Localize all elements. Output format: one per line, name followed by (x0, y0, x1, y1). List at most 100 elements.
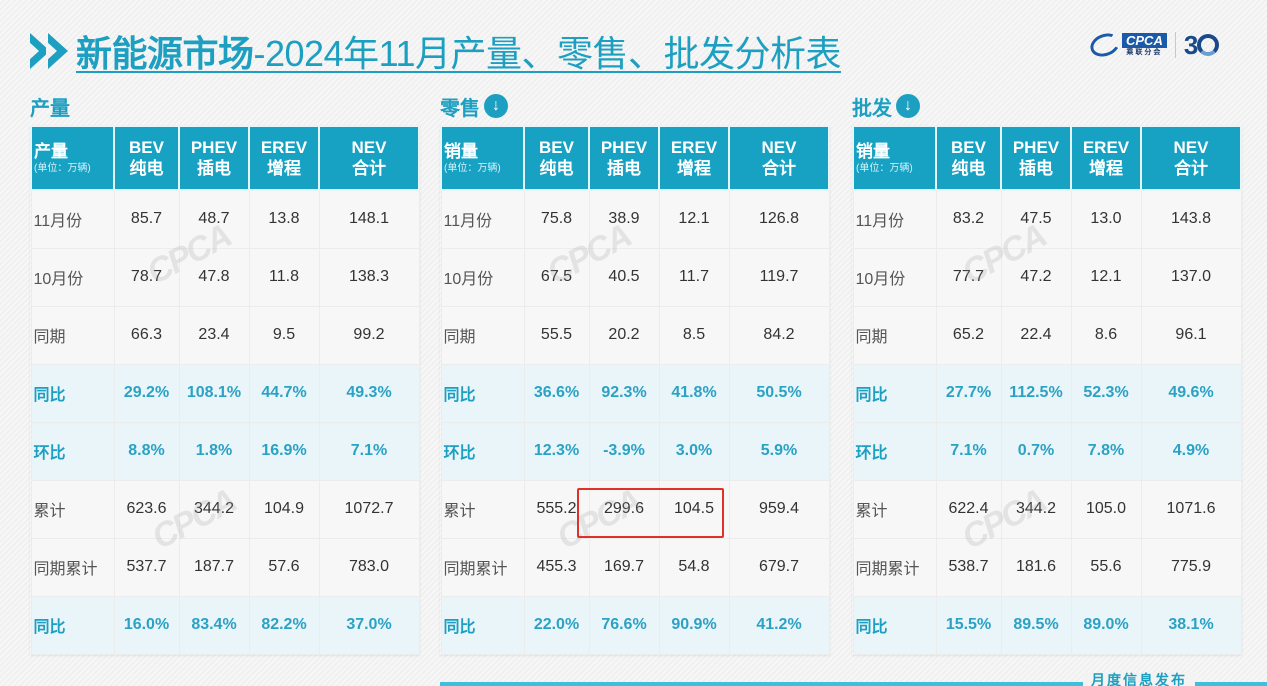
table-row: 10月份 77.7 47.2 12.1 137.0 (852, 247, 1242, 307)
row-label: 同比 (30, 363, 115, 423)
cell-erev: 104.9 (248, 479, 320, 539)
cell-bev: 75.8 (523, 189, 590, 249)
table-row: 累计 623.6 344.2 104.9 1072.7 (30, 479, 420, 539)
logo-divider (1174, 32, 1176, 58)
cell-nev: 137.0 (1140, 247, 1242, 307)
page-title-row: 新能源市场-2024年11月产量、零售、批发分析表 (28, 25, 841, 77)
arrow-down-circle-icon[interactable]: ↓ (484, 94, 508, 118)
cell-nev: 959.4 (728, 479, 830, 539)
section-retail: 零售 ↓ 销量 (单位：万辆) BEV 纯电 PHEV 插电 EREV 增程 NEV 合计 11月份 75… (440, 90, 830, 655)
section-label-text: 批发 (852, 97, 892, 120)
cell-erev: 8.5 (658, 305, 730, 365)
logo-sub-text: 乘联分会 (1126, 49, 1163, 56)
arrow-down-circle-icon[interactable]: ↓ (896, 94, 920, 118)
cell-erev: 9.5 (248, 305, 320, 365)
row-label: 累计 (852, 479, 937, 539)
cell-phev: 23.4 (178, 305, 250, 365)
section-label: 产量 (30, 90, 420, 122)
cell-nev: 4.9% (1140, 421, 1242, 481)
column-header-bev: BEV 纯电 (935, 125, 1002, 191)
cell-bev: 8.8% (113, 421, 180, 481)
cell-erev: 3.0% (658, 421, 730, 481)
column-cn: 增程 (267, 159, 301, 178)
data-table: 产量 (单位：万辆) BEV 纯电 PHEV 插电 EREV 增程 NEV 合计 11月份 85.7 4… (30, 125, 420, 655)
row-label: 10月份 (852, 247, 937, 307)
table-row: 11月份 85.7 48.7 13.8 148.1 (30, 189, 420, 249)
cell-bev: 7.1% (935, 421, 1002, 481)
row-label: 11月份 (30, 189, 115, 249)
table-row: 同期 66.3 23.4 9.5 99.2 (30, 305, 420, 365)
row-label: 同期累计 (852, 537, 937, 597)
row-label: 环比 (440, 421, 525, 481)
table-row: 同期累计 538.7 181.6 55.6 775.9 (852, 537, 1242, 597)
table-row: 同期累计 537.7 187.7 57.6 783.0 (30, 537, 420, 597)
double-chevron-icon (28, 33, 68, 69)
cell-bev: 622.4 (935, 479, 1002, 539)
column-code: NEV (351, 138, 387, 157)
cell-bev: 66.3 (113, 305, 180, 365)
row-label: 环比 (852, 421, 937, 481)
cell-phev: 47.2 (1000, 247, 1072, 307)
table-row: 11月份 75.8 38.9 12.1 126.8 (440, 189, 830, 249)
row-label: 11月份 (852, 189, 937, 249)
table-row: 同比 29.2% 108.1% 44.7% 49.3% (30, 363, 420, 423)
column-cn: 增程 (677, 159, 711, 178)
data-table: 销量 (单位：万辆) BEV 纯电 PHEV 插电 EREV 增程 NEV 合计 11月份 75.8 3… (440, 125, 830, 655)
cell-nev: 49.3% (318, 363, 420, 423)
cell-nev: 5.9% (728, 421, 830, 481)
row-label: 累计 (30, 479, 115, 539)
section-label: 批发 ↓ (852, 90, 1242, 122)
cell-phev: 92.3% (588, 363, 660, 423)
row-label: 同比 (440, 363, 525, 423)
column-code: EREV (1082, 138, 1130, 157)
cell-bev: 455.3 (523, 537, 590, 597)
unit-label: (单位：万辆) (444, 163, 501, 174)
row-label: 11月份 (440, 189, 525, 249)
cell-erev: 105.0 (1070, 479, 1142, 539)
cpca-swirl-icon (1087, 29, 1123, 61)
cell-phev: 1.8% (178, 421, 250, 481)
cell-nev: 96.1 (1140, 305, 1242, 365)
page-title-rest: -2024年11月产量、零售、批发分析表 (253, 33, 842, 74)
table-row: 环比 12.3% -3.9% 3.0% 5.9% (440, 421, 830, 481)
cell-phev: 48.7 (178, 189, 250, 249)
table-header-row: 销量 (单位：万辆) BEV 纯电 PHEV 插电 EREV 增程 NEV 合计 (852, 125, 1242, 191)
table-row: 同比 36.6% 92.3% 41.8% 50.5% (440, 363, 830, 423)
page-title: 新能源市场-2024年11月产量、零售、批发分析表 (76, 25, 841, 77)
column-header-nev: NEV 合计 (1140, 125, 1242, 191)
table-row: 同期 55.5 20.2 8.5 84.2 (440, 305, 830, 365)
cell-nev: 126.8 (728, 189, 830, 249)
table-row: 累计 555.2 299.6 104.5 959.4 (440, 479, 830, 539)
column-header-erev: EREV 增程 (248, 125, 320, 191)
cell-phev: 112.5% (1000, 363, 1072, 423)
table-row: 累计 622.4 344.2 105.0 1071.6 (852, 479, 1242, 539)
cell-erev: 13.0 (1070, 189, 1142, 249)
cell-erev: 41.8% (658, 363, 730, 423)
cell-phev: 169.7 (588, 537, 660, 597)
column-cn: 增程 (1089, 159, 1123, 178)
cell-nev: 84.2 (728, 305, 830, 365)
cell-bev: 12.3% (523, 421, 590, 481)
cell-bev: 65.2 (935, 305, 1002, 365)
cell-erev: 89.0% (1070, 595, 1142, 655)
cell-nev: 50.5% (728, 363, 830, 423)
cell-nev: 1071.6 (1140, 479, 1242, 539)
column-cn: 合计 (762, 159, 796, 178)
column-code: EREV (670, 138, 718, 157)
anniversary-digit: 3 (1183, 30, 1199, 60)
cell-erev: 54.8 (658, 537, 730, 597)
cell-erev: 11.8 (248, 247, 320, 307)
cell-erev: 12.1 (658, 189, 730, 249)
cell-nev: 99.2 (318, 305, 420, 365)
column-header-nev: NEV 合计 (318, 125, 420, 191)
cell-phev: -3.9% (588, 421, 660, 481)
column-header-phev: PHEV 插电 (588, 125, 660, 191)
cell-nev: 41.2% (728, 595, 830, 655)
cell-bev: 78.7 (113, 247, 180, 307)
cell-phev: 47.8 (178, 247, 250, 307)
column-header-bev: BEV 纯电 (523, 125, 590, 191)
column-code: PHEV (190, 138, 238, 157)
table-row: 同比 15.5% 89.5% 89.0% 38.1% (852, 595, 1242, 655)
cell-phev: 0.7% (1000, 421, 1072, 481)
cell-phev: 299.6 (588, 479, 660, 539)
